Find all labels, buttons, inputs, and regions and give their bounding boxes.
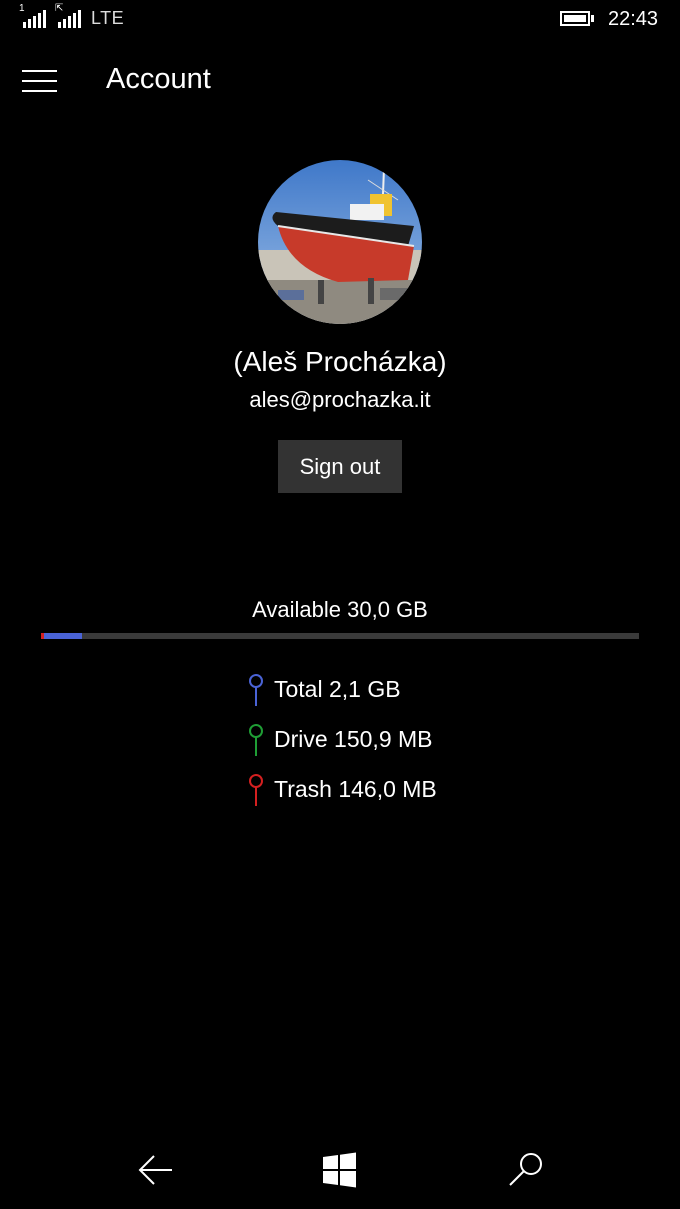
legend-label-drive: Drive 150,9 MB (274, 726, 433, 752)
pin-icon (249, 674, 263, 706)
legend-item-drive: Drive 150,9 MB (246, 723, 506, 763)
back-arrow-icon[interactable] (130, 1145, 180, 1195)
user-name: (Aleš Procházka) (233, 346, 447, 377)
pin-icon (249, 774, 263, 806)
hamburger-menu-icon[interactable] (22, 68, 58, 94)
network-type: LTE (91, 8, 125, 28)
storage-usage-bar (41, 633, 639, 639)
battery-tip (591, 15, 594, 22)
search-icon[interactable] (502, 1145, 552, 1195)
legend-item-trash: Trash 146,0 MB (246, 773, 506, 813)
signal-bars-icon-2 (57, 8, 81, 28)
available-storage-label: Available 30,0 GB (252, 597, 428, 622)
sign-out-button[interactable]: Sign out (278, 440, 402, 493)
windows-logo-icon[interactable] (315, 1145, 365, 1195)
usage-fill-trash (41, 633, 44, 639)
pin-icon (249, 724, 263, 756)
signal-bars-icon (22, 8, 46, 28)
legend-label-total: Total 2,1 GB (274, 676, 401, 702)
usage-fill-total (41, 633, 82, 639)
clock: 22:43 (608, 8, 659, 30)
status-bar: 1 ⇱ LTE 22:43 (0, 0, 680, 40)
battery-full-icon (560, 11, 590, 26)
user-email: ales@prochazka.it (249, 387, 431, 412)
legend-label-trash: Trash 146,0 MB (274, 776, 437, 802)
legend-item-total: Total 2,1 GB (246, 673, 506, 713)
avatar[interactable] (258, 160, 422, 324)
page-title: Account (106, 63, 211, 95)
